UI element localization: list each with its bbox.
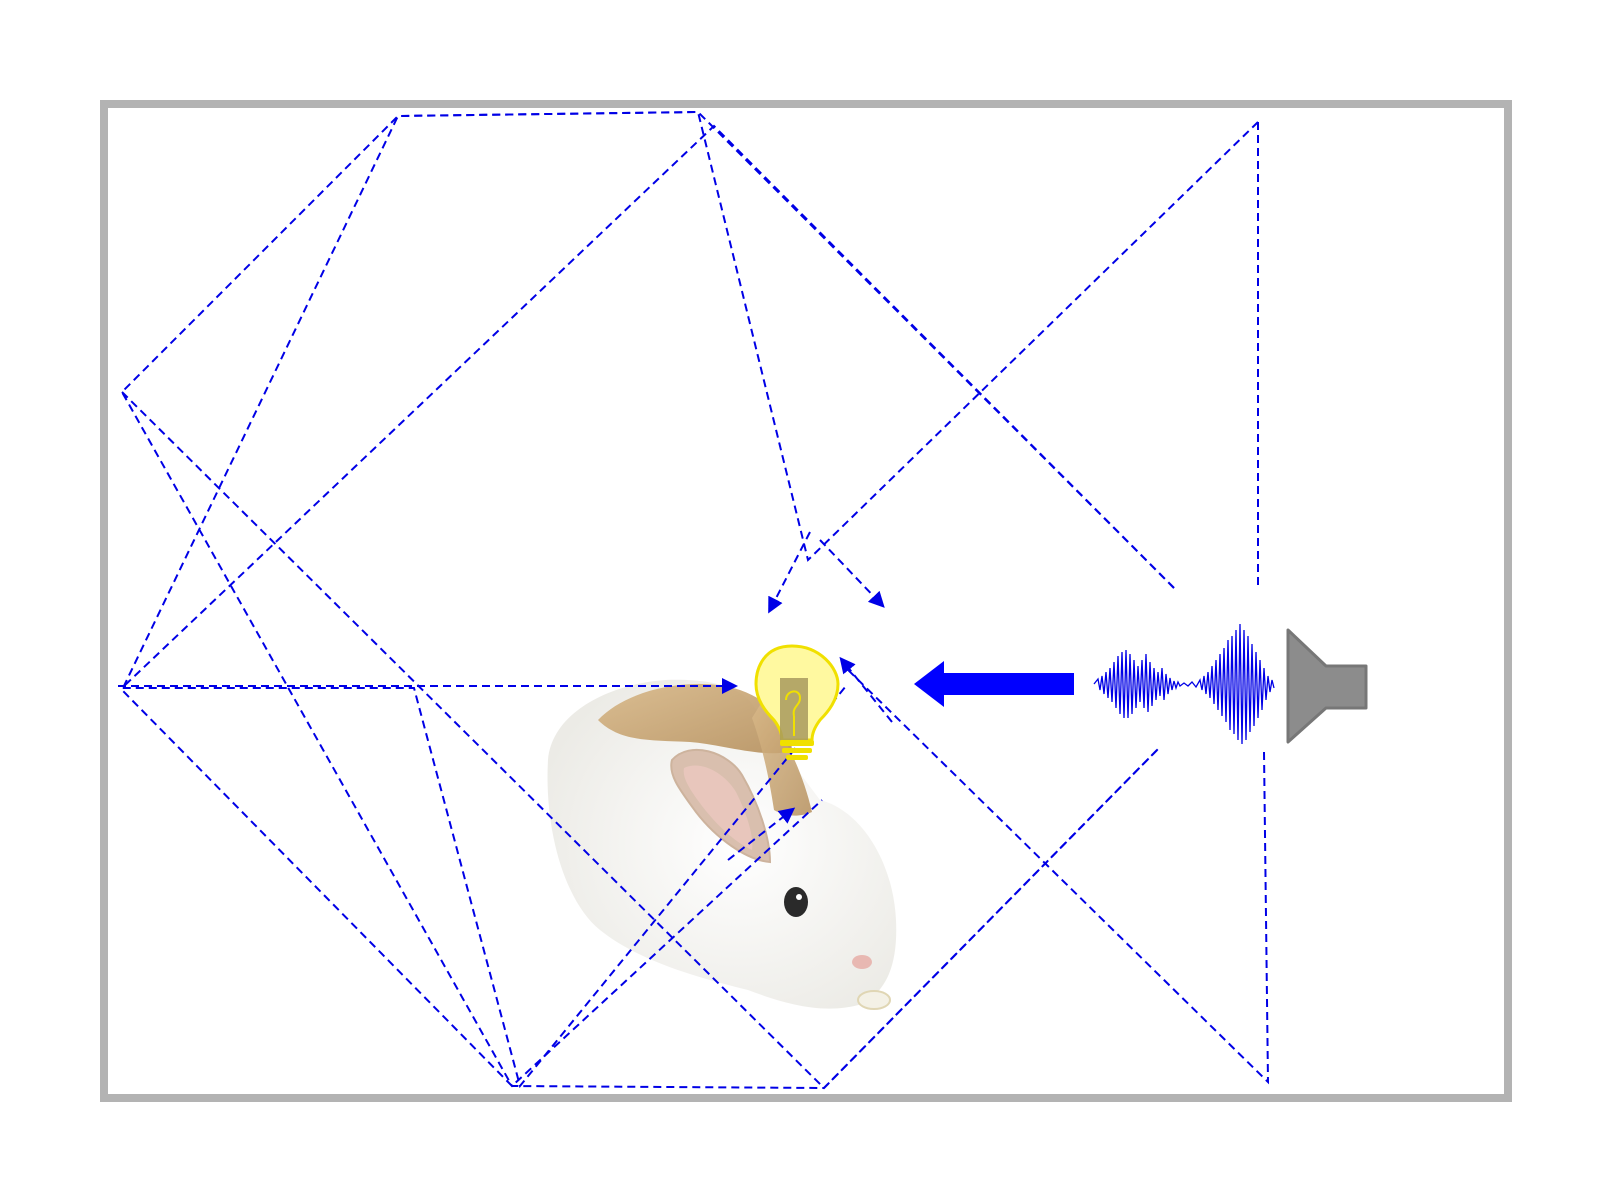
rabbit-nose [852,955,872,969]
reverberation-diagram [100,100,1512,1102]
rabbit-eye [784,887,808,917]
